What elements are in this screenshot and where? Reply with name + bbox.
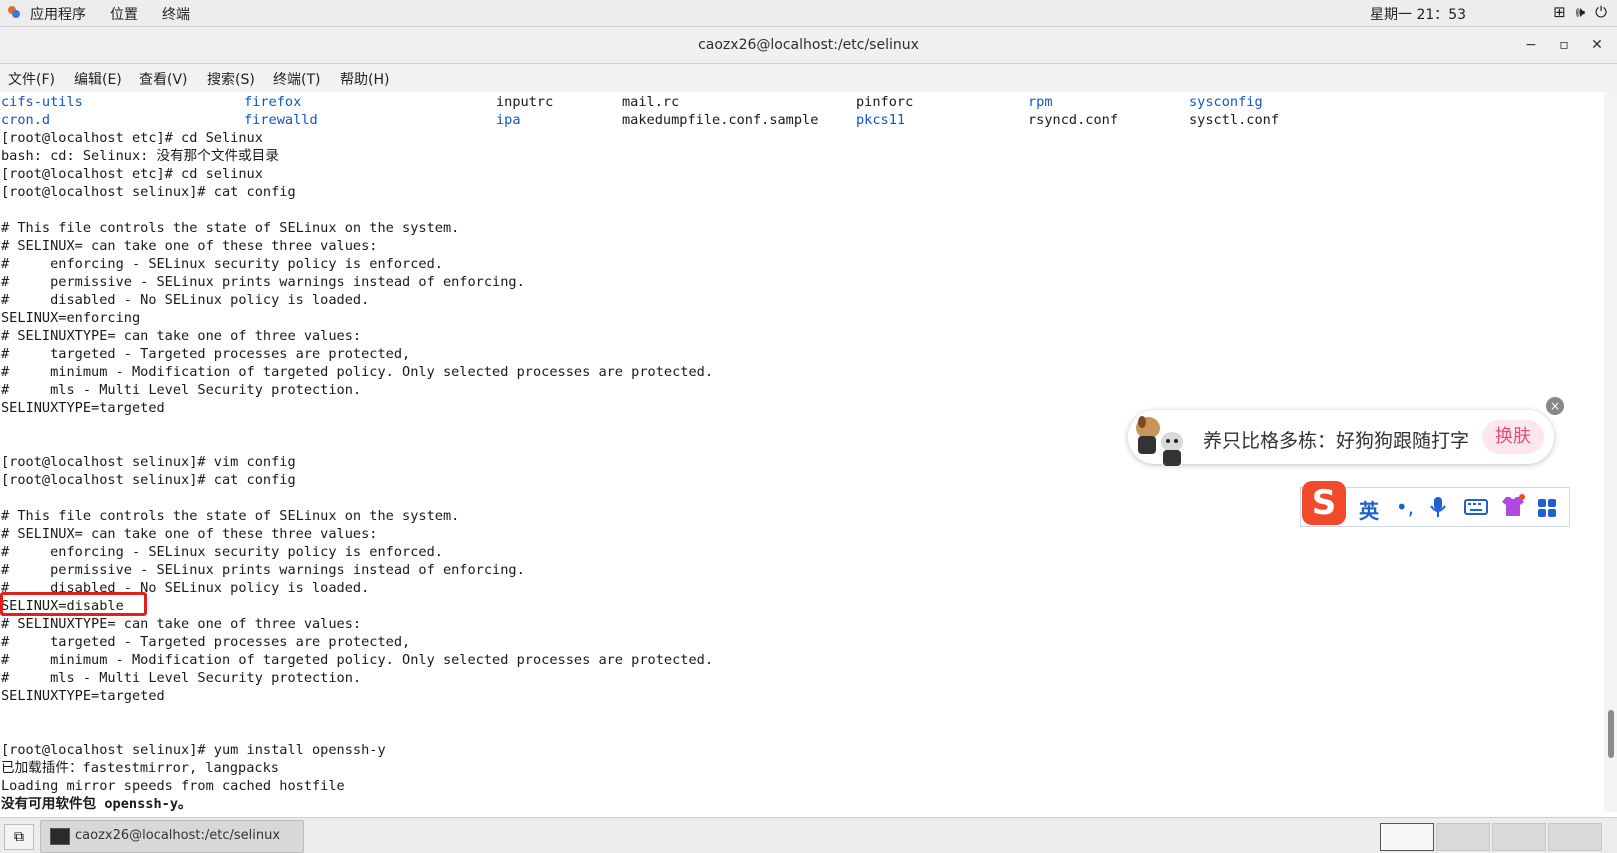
maximize-button[interactable]: ▫ xyxy=(1553,35,1575,55)
terminal-line: [root@localhost selinux]# cat config xyxy=(1,472,296,488)
terminal-line: [root@localhost selinux]# cat config xyxy=(1,184,296,200)
top-panel: 应用程序 位置 终端 星期一 21：53 ⊞ 🕪 ⏻ xyxy=(0,0,1617,27)
sogou-logo-icon[interactable]: S xyxy=(1302,481,1346,525)
listing-entry: rpm xyxy=(1028,94,1053,110)
terminal-line: # This file controls the state of SELinu… xyxy=(1,508,460,524)
dog-mascot-icon xyxy=(1136,416,1183,466)
annotation-highlight-box xyxy=(0,592,147,616)
keyboard-icon[interactable] xyxy=(1464,499,1488,515)
places-menu[interactable]: 位置 xyxy=(110,4,138,24)
scrollbar-thumb[interactable] xyxy=(1608,710,1614,758)
listing-entry: sysctl.conf xyxy=(1189,112,1280,128)
terminal-line: SELINUX=enforcing xyxy=(1,310,141,326)
menu-bar: 文件(F) 编辑(E) 查看(V) 搜索(S) 终端(T) 帮助(H) xyxy=(0,64,1617,93)
terminal-line: # minimum - Modification of targeted pol… xyxy=(1,364,714,380)
taskbar: ⧉ caozx26@localhost:/etc/selinux xyxy=(0,817,1617,853)
terminal-line: # This file controls the state of SELinu… xyxy=(1,220,460,236)
terminal-line: # SELINUXTYPE= can take one of three val… xyxy=(1,328,362,344)
window-title: caozx26@localhost:/etc/selinux xyxy=(698,37,919,53)
close-button[interactable]: ✕ xyxy=(1586,35,1608,55)
terminal-line: [root@localhost selinux]# yum install op… xyxy=(1,742,386,758)
terminal-line: # enforcing - SELinux security policy is… xyxy=(1,544,443,560)
terminal-line: # SELINUX= can take one of these three v… xyxy=(1,238,378,254)
shirt-icon[interactable] xyxy=(1500,494,1526,518)
workspace-1[interactable] xyxy=(1380,823,1434,851)
applications-menu[interactable]: 应用程序 xyxy=(30,4,86,24)
terminal-line: # SELINUXTYPE= can take one of three val… xyxy=(1,616,362,632)
listing-entry: cron.d xyxy=(1,112,51,128)
workspace-3[interactable] xyxy=(1492,823,1546,851)
listing-entry: firewalld xyxy=(244,112,318,128)
grid-icon[interactable] xyxy=(1537,498,1557,518)
menu-terminal[interactable]: 终端(T) xyxy=(273,69,320,89)
terminal-line: bash: cd: Selinux: 没有那个文件或目录 xyxy=(1,148,279,164)
listing-entry: rsyncd.conf xyxy=(1028,112,1119,128)
ime-close-button[interactable]: × xyxy=(1546,397,1564,415)
terminal-line: [root@localhost etc]# cd Selinux xyxy=(1,130,263,146)
terminal-line: # targeted - Targeted processes are prot… xyxy=(1,346,411,362)
listing-entry: mail.rc xyxy=(622,94,680,110)
terminal-line: # permissive - SELinux prints warnings i… xyxy=(1,274,525,290)
window-titlebar[interactable]: caozx26@localhost:/etc/selinux − ▫ ✕ xyxy=(0,27,1617,64)
listing-entry: pinforc xyxy=(856,94,914,110)
ime-news-text[interactable]: 养只比格多栋：好狗狗跟随打字 xyxy=(1203,426,1469,453)
terminal-line: # mls - Multi Level Security protection. xyxy=(1,670,362,686)
terminal-app-menu[interactable]: 终端 xyxy=(162,4,190,24)
listing-entry: sysconfig xyxy=(1189,94,1263,110)
terminal-line: # disabled - No SELinux policy is loaded… xyxy=(1,292,370,308)
skin-button[interactable]: 换肤 xyxy=(1482,420,1544,454)
applications-icon[interactable] xyxy=(7,5,21,19)
workspace-2[interactable] xyxy=(1436,823,1490,851)
terminal-line: SELINUXTYPE=targeted xyxy=(1,400,165,416)
menu-file[interactable]: 文件(F) xyxy=(8,69,55,89)
terminal-line: SELINUXTYPE=targeted xyxy=(1,688,165,704)
listing-entry: ipa xyxy=(496,112,521,128)
taskbar-item-label: caozx26@localhost:/etc/selinux xyxy=(75,828,281,843)
listing-entry: firefox xyxy=(244,94,302,110)
clock[interactable]: 星期一 21：53 xyxy=(1370,4,1466,24)
listing-entry: inputrc xyxy=(496,94,554,110)
terminal-line: [root@localhost etc]# cd selinux xyxy=(1,166,263,182)
terminal-line: # mls - Multi Level Security protection. xyxy=(1,382,362,398)
terminal-line: 没有可用软件包 openssh-y。 xyxy=(1,796,192,812)
microphone-icon[interactable] xyxy=(1428,496,1448,518)
terminal-line: # enforcing - SELinux security policy is… xyxy=(1,256,443,272)
terminal-line: # SELINUX= can take one of these three v… xyxy=(1,526,378,542)
menu-search[interactable]: 搜索(S) xyxy=(207,69,255,89)
menu-edit[interactable]: 编辑(E) xyxy=(74,69,122,89)
menu-view[interactable]: 查看(V) xyxy=(139,69,188,89)
listing-entry: pkcs11 xyxy=(856,112,906,128)
ime-language-toggle[interactable]: 英 xyxy=(1356,495,1382,524)
minimize-button[interactable]: − xyxy=(1520,35,1542,55)
terminal-line: Loading mirror speeds from cached hostfi… xyxy=(1,778,345,794)
network-icon[interactable]: ⊞ xyxy=(1553,3,1566,21)
listing-entry: makedumpfile.conf.sample xyxy=(622,112,819,128)
terminal-line: 已加载插件：fastestmirror, langpacks xyxy=(1,760,279,776)
power-icon[interactable]: ⏻ xyxy=(1595,3,1607,21)
terminal-line: [root@localhost selinux]# vim config xyxy=(1,454,296,470)
ime-punctuation-toggle[interactable]: •, xyxy=(1392,495,1418,519)
terminal-line: # targeted - Targeted processes are prot… xyxy=(1,634,411,650)
show-desktop-button[interactable]: ⧉ xyxy=(4,824,34,850)
terminal-scrollbar[interactable] xyxy=(1604,92,1617,812)
terminal-icon xyxy=(50,828,70,845)
menu-help[interactable]: 帮助(H) xyxy=(340,69,389,89)
workspace-4[interactable] xyxy=(1548,823,1602,851)
terminal-line: # minimum - Modification of targeted pol… xyxy=(1,652,714,668)
taskbar-item-terminal[interactable]: caozx26@localhost:/etc/selinux xyxy=(40,820,304,853)
volume-icon[interactable]: 🕪 xyxy=(1576,3,1585,21)
terminal-line: # permissive - SELinux prints warnings i… xyxy=(1,562,525,578)
listing-entry: cifs-utils xyxy=(1,94,83,110)
